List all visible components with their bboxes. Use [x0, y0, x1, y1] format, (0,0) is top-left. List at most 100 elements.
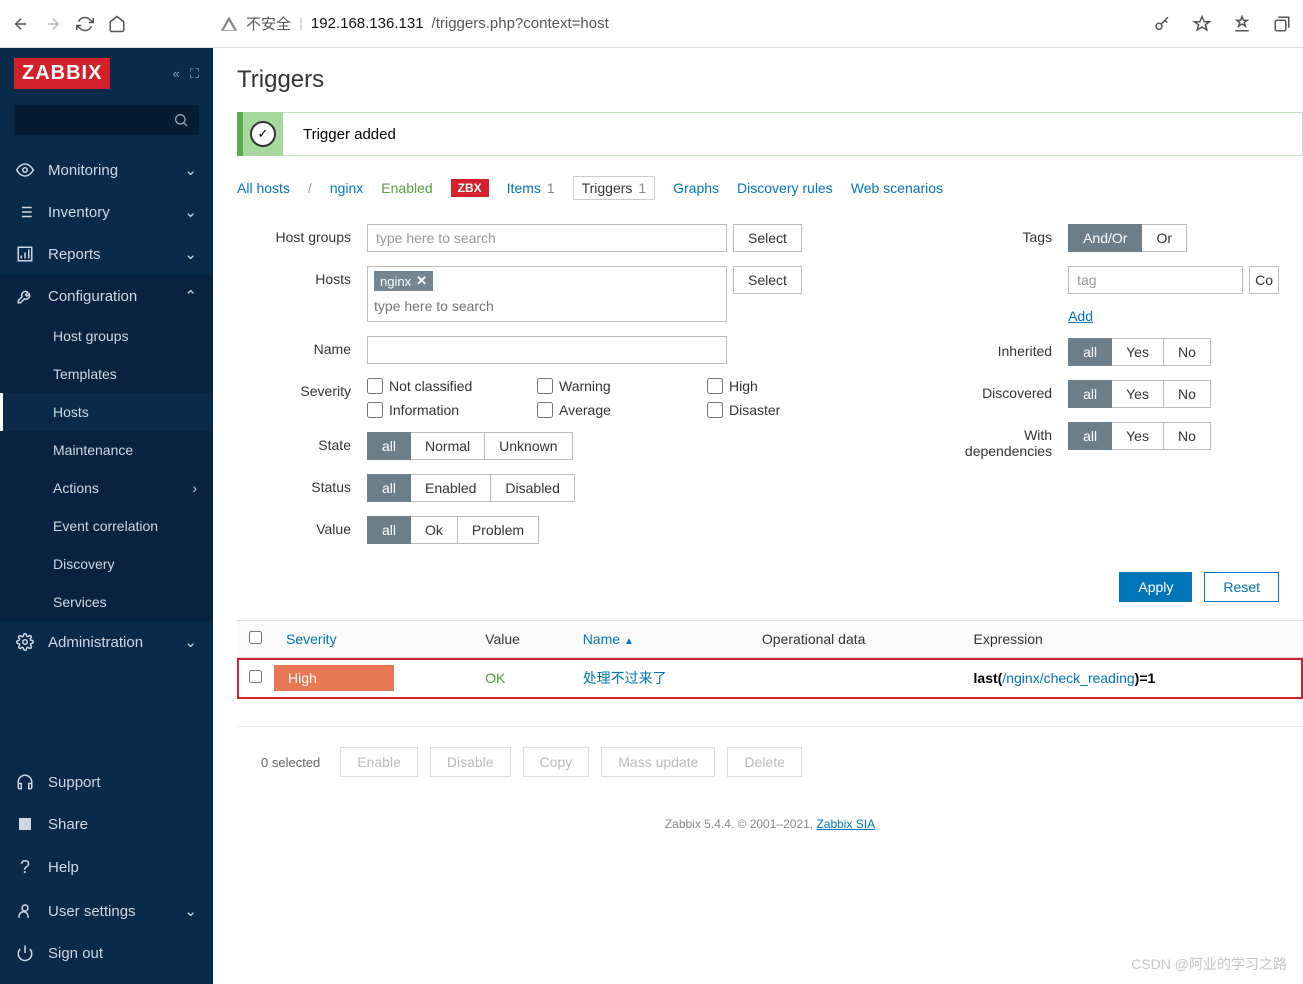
nav-share[interactable]: Share [0, 803, 213, 845]
expression-item-link[interactable]: /nginx/check_reading [1002, 670, 1134, 686]
name-input[interactable] [367, 336, 727, 364]
label-inherited: Inherited [938, 338, 1068, 359]
copy-button[interactable]: Copy [523, 747, 590, 777]
sidebar-search[interactable] [14, 105, 199, 135]
tags-mode-toggle[interactable]: And/OrOr [1068, 224, 1187, 252]
sub-actions[interactable]: Actions› [0, 469, 213, 507]
address-bar[interactable]: 不安全 | 192.168.136.131/triggers.php?conte… [220, 13, 609, 34]
forward-icon[interactable] [44, 15, 62, 33]
host-groups-select-button[interactable]: Select [733, 224, 802, 252]
row-checkbox[interactable] [249, 670, 262, 683]
inherited-toggle[interactable]: allYesNo [1068, 338, 1211, 366]
col-severity[interactable]: Severity [274, 621, 473, 658]
collapse-icon[interactable]: « [173, 66, 180, 82]
collections-icon[interactable] [1273, 15, 1291, 33]
check-disaster[interactable]: Disaster [707, 402, 847, 418]
chart-icon [16, 245, 34, 263]
tag-input[interactable] [1068, 266, 1243, 294]
link-all-hosts[interactable]: All hosts [237, 180, 290, 196]
hosts-select-button[interactable]: Select [733, 266, 802, 294]
enable-button[interactable]: Enable [340, 747, 418, 777]
value-toggle[interactable]: allOkProblem [367, 516, 539, 544]
check-icon: ✓ [250, 121, 276, 147]
col-opdata: Operational data [750, 621, 962, 658]
bulk-actions: 0 selected Enable Disable Copy Mass upda… [237, 727, 1303, 797]
success-alert: ✓ Trigger added [237, 112, 1303, 156]
sub-event-correlation[interactable]: Event correlation [0, 507, 213, 545]
label-host-groups: Host groups [237, 224, 367, 245]
chevron-up-icon: ⌃ [184, 287, 197, 305]
favorites-bar-icon[interactable] [1233, 15, 1251, 33]
nav-help[interactable]: ?Help [0, 845, 213, 890]
back-icon[interactable] [12, 15, 30, 33]
sub-host-groups[interactable]: Host groups [0, 317, 213, 355]
nav-reports[interactable]: Reports⌄ [0, 233, 213, 275]
nav-sign-out[interactable]: Sign out [0, 932, 213, 974]
status-toggle[interactable]: allEnabledDisabled [367, 474, 575, 502]
discovered-toggle[interactable]: allYesNo [1068, 380, 1211, 408]
check-average[interactable]: Average [537, 402, 677, 418]
label-state: State [237, 432, 367, 453]
eye-icon [16, 161, 34, 179]
nav-administration[interactable]: Administration⌄ [0, 621, 213, 663]
watermark: CSDN @阿业的学习之路 [1131, 954, 1287, 974]
sub-hosts[interactable]: Hosts [0, 393, 213, 431]
expand-icon[interactable]: ⛶ [190, 66, 199, 82]
sub-templates[interactable]: Templates [0, 355, 213, 393]
reset-button[interactable]: Reset [1204, 572, 1279, 602]
nav-support[interactable]: Support [0, 761, 213, 803]
col-expression: Expression [962, 621, 1303, 658]
check-not-classified[interactable]: Not classified [367, 378, 507, 394]
delete-button[interactable]: Delete [727, 747, 801, 777]
triggers-table: Severity Value Name ▲ Operational data E… [237, 621, 1303, 727]
list-icon [16, 203, 34, 221]
check-warning[interactable]: Warning [537, 378, 677, 394]
value-ok: OK [485, 670, 505, 686]
tab-items[interactable]: Items [507, 180, 541, 196]
tab-discovery[interactable]: Discovery rules [737, 180, 833, 196]
gear-icon [16, 633, 34, 651]
add-tag-link[interactable]: Add [1068, 308, 1093, 324]
tag-contains-button[interactable]: Co [1249, 266, 1279, 294]
label-status: Status [237, 474, 367, 495]
col-value: Value [473, 621, 571, 658]
tab-triggers[interactable]: Triggers 1 [573, 176, 656, 200]
hosts-multiselect[interactable]: nginx✕ [367, 266, 727, 322]
mass-update-button[interactable]: Mass update [601, 747, 715, 777]
chevron-down-icon: ⌄ [184, 203, 197, 221]
question-icon: ? [16, 857, 34, 878]
logo[interactable]: ZABBIX [14, 58, 110, 89]
disable-button[interactable]: Disable [430, 747, 511, 777]
state-toggle[interactable]: allNormalUnknown [367, 432, 573, 460]
hosts-input[interactable] [374, 295, 720, 317]
select-all-checkbox[interactable] [249, 631, 262, 644]
deps-toggle[interactable]: allYesNo [1068, 422, 1211, 450]
headset-icon [16, 773, 34, 791]
host-groups-input[interactable] [367, 224, 727, 252]
tab-graphs[interactable]: Graphs [673, 180, 719, 196]
tab-web[interactable]: Web scenarios [851, 180, 943, 196]
nav-configuration[interactable]: Configuration⌃ [0, 275, 213, 317]
sub-maintenance[interactable]: Maintenance [0, 431, 213, 469]
refresh-icon[interactable] [76, 15, 94, 33]
footer-link[interactable]: Zabbix SIA [816, 817, 875, 831]
sort-asc-icon: ▲ [624, 636, 634, 647]
apply-button[interactable]: Apply [1119, 572, 1192, 602]
power-icon [16, 944, 34, 962]
z-icon [16, 815, 34, 833]
sub-services[interactable]: Services [0, 583, 213, 621]
nav-monitoring[interactable]: Monitoring⌄ [0, 149, 213, 191]
nav-inventory[interactable]: Inventory⌄ [0, 191, 213, 233]
key-icon[interactable] [1153, 15, 1171, 33]
remove-tag-icon[interactable]: ✕ [416, 273, 427, 289]
col-name[interactable]: Name ▲ [571, 621, 750, 658]
nav-user-settings[interactable]: User settings⌄ [0, 890, 213, 932]
check-information[interactable]: Information [367, 402, 507, 418]
home-icon[interactable] [108, 15, 126, 33]
check-high[interactable]: High [707, 378, 847, 394]
sub-discovery[interactable]: Discovery [0, 545, 213, 583]
trigger-name-link[interactable]: 处理不过来了 [583, 670, 667, 686]
link-host[interactable]: nginx [330, 180, 363, 196]
expression-cell: last(/nginx/check_reading)=1 [962, 658, 1303, 699]
favorite-icon[interactable] [1193, 15, 1211, 33]
